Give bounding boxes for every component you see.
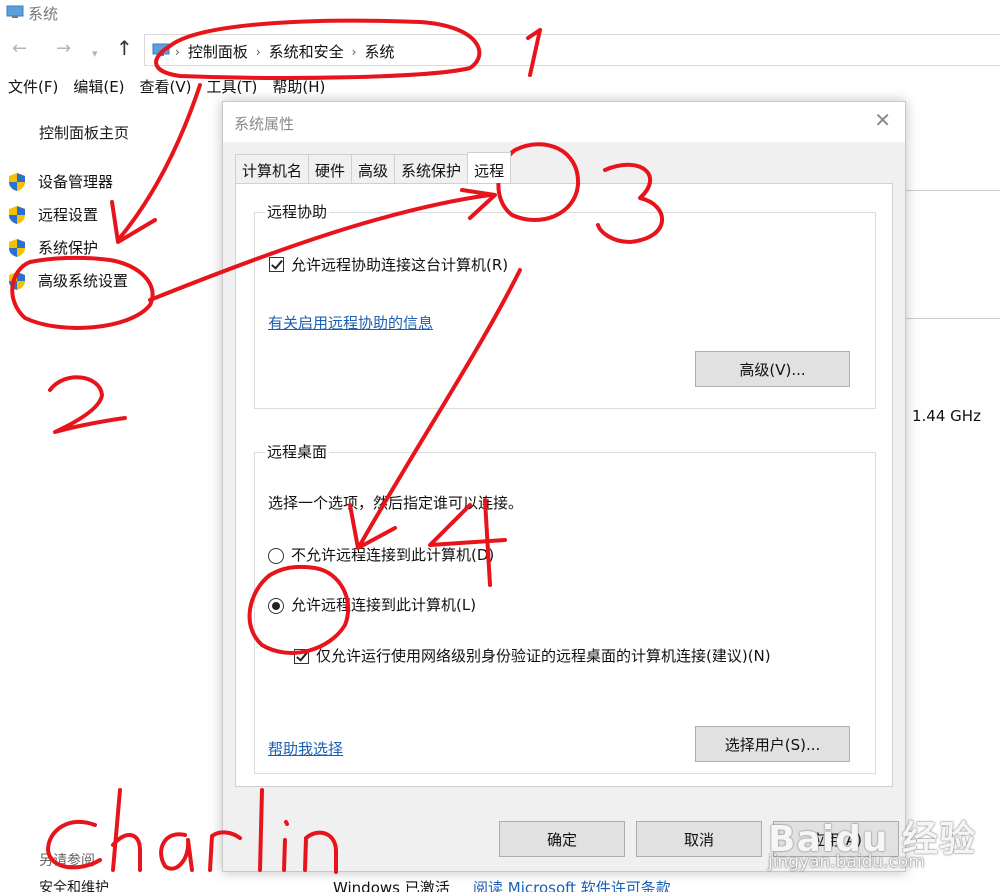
baidu-watermark: Baidu 经验 jingyan.baidu.com <box>768 806 1000 886</box>
license-terms-link[interactable]: 阅读 Microsoft 软件许可条款 <box>473 877 671 892</box>
select-users-button[interactable]: 选择用户(S)... <box>695 726 850 762</box>
allow-remote-assistance-label[interactable]: 允许远程协助连接这台计算机(R) <box>291 254 508 275</box>
annotation-number-2 <box>48 375 127 434</box>
tab-hardware[interactable]: 硬件 <box>308 154 353 183</box>
uac-shield-icon <box>9 172 25 191</box>
close-icon[interactable]: ✕ <box>874 110 891 130</box>
menu-file[interactable]: 文件(F) <box>8 76 58 100</box>
tab-computer-name[interactable]: 计算机名 <box>235 154 310 183</box>
menu-bar: 文件(F) 编辑(E) 查看(V) 工具(T) 帮助(H) <box>0 76 325 100</box>
remote-desktop-title: 远程桌面 <box>265 441 330 462</box>
advanced-button[interactable]: 高级(V)... <box>695 351 850 387</box>
sidebar-item-label: 系统保护 <box>38 239 99 257</box>
watermark-url: jingyan.baidu.com <box>768 852 925 872</box>
windows-activated-text: Windows 已激活 <box>333 879 450 892</box>
deny-remote-radio[interactable] <box>268 548 284 564</box>
annotation-arrow-to-sidebar <box>110 83 202 244</box>
allow-remote-assistance-checkbox[interactable] <box>269 257 284 272</box>
remote-assistance-group: 远程协助 允许远程协助连接这台计算机(R) 有关启用远程协助的信息 高级(V).… <box>254 201 876 409</box>
annotation-circle-advanced <box>10 255 155 330</box>
breadcrumb: › 控制面板 › 系统和安全 › 系统 <box>175 41 394 62</box>
allow-remote-radio[interactable] <box>268 598 284 614</box>
cancel-button[interactable]: 取消 <box>636 821 762 857</box>
dialog-title: 系统属性 <box>234 115 295 133</box>
remote-assistance-info-link[interactable]: 有关启用远程协助的信息 <box>268 312 433 333</box>
up-arrow-icon[interactable]: ↑ <box>116 37 133 59</box>
allow-remote-label[interactable]: 允许远程连接到此计算机(L) <box>291 594 476 615</box>
sidebar-item-label: 远程设置 <box>38 206 99 224</box>
deny-remote-label[interactable]: 不允许远程连接到此计算机(D) <box>291 544 494 565</box>
security-maintenance-link[interactable]: 安全和维护 <box>39 877 109 892</box>
control-panel-home-link[interactable]: 控制面板主页 <box>39 122 129 143</box>
crumb-control-panel[interactable]: 控制面板 <box>188 41 248 62</box>
window-titlebar: 系统 <box>0 0 1000 28</box>
dialog-titlebar: 系统属性 ✕ <box>223 102 905 142</box>
uac-shield-icon <box>9 238 25 257</box>
see-also-heading: 另请参阅 <box>39 853 95 869</box>
remote-assistance-title: 远程协助 <box>265 201 330 222</box>
computer-icon <box>6 5 24 18</box>
remote-tab-panel: 远程协助 允许远程协助连接这台计算机(R) 有关启用远程协助的信息 高级(V).… <box>235 183 893 787</box>
system-properties-dialog: 系统属性 ✕ 计算机名 硬件 高级 系统保护 远程 远程协助 允许远程协助连接这… <box>222 101 906 872</box>
tab-system-protection[interactable]: 系统保护 <box>394 154 469 183</box>
recent-chevron-down-icon[interactable]: ▾ <box>92 43 98 65</box>
tab-advanced[interactable]: 高级 <box>351 154 396 183</box>
menu-help[interactable]: 帮助(H) <box>272 76 325 100</box>
uac-shield-icon <box>9 205 25 224</box>
uac-shield-icon <box>9 271 25 290</box>
menu-view[interactable]: 查看(V) <box>140 76 192 100</box>
ok-button[interactable]: 确定 <box>499 821 625 857</box>
forward-arrow-icon[interactable]: → <box>56 38 71 60</box>
sidebar-item-label: 设备管理器 <box>38 173 114 191</box>
divider <box>905 190 1000 191</box>
address-bar[interactable]: › 控制面板 › 系统和安全 › 系统 <box>144 34 1000 66</box>
crumb-system-security[interactable]: 系统和安全 <box>269 41 344 62</box>
chevron-right-icon: › <box>351 44 357 59</box>
sidebar-item-device-manager[interactable]: 设备管理器 <box>8 171 113 192</box>
tab-remote[interactable]: 远程 <box>467 152 512 183</box>
chevron-right-icon: › <box>175 44 180 59</box>
chevron-right-icon: › <box>255 44 261 59</box>
menu-edit[interactable]: 编辑(E) <box>73 76 124 100</box>
sidebar-item-remote-settings[interactable]: 远程设置 <box>8 204 98 225</box>
nla-only-label[interactable]: 仅允许运行使用网络级别身份验证的远程桌面的计算机连接(建议)(N) <box>316 645 771 666</box>
cpu-speed-value: 1.44 GHz <box>912 407 981 425</box>
divider <box>905 318 1000 319</box>
tab-strip: 计算机名 硬件 高级 系统保护 远程 <box>235 152 512 183</box>
sidebar-item-label: 高级系统设置 <box>38 272 129 290</box>
navigation-bar: ← → ▾ ↑ › 控制面板 › 系统和安全 › 系统 <box>0 34 1000 66</box>
sidebar-item-system-protection[interactable]: 系统保护 <box>8 237 98 258</box>
menu-tools[interactable]: 工具(T) <box>207 76 258 100</box>
sidebar-item-advanced-settings[interactable]: 高级系统设置 <box>8 270 128 291</box>
crumb-system[interactable]: 系统 <box>364 41 394 62</box>
back-arrow-icon[interactable]: ← <box>12 38 27 60</box>
help-me-choose-link[interactable]: 帮助我选择 <box>268 738 343 759</box>
window-title: 系统 <box>28 5 59 23</box>
control-panel-icon <box>152 43 170 56</box>
remote-desktop-instruction: 选择一个选项，然后指定谁可以连接。 <box>268 494 524 512</box>
remote-desktop-group: 远程桌面 选择一个选项，然后指定谁可以连接。 不允许远程连接到此计算机(D) 允… <box>254 441 876 774</box>
nla-only-checkbox[interactable] <box>294 649 309 664</box>
